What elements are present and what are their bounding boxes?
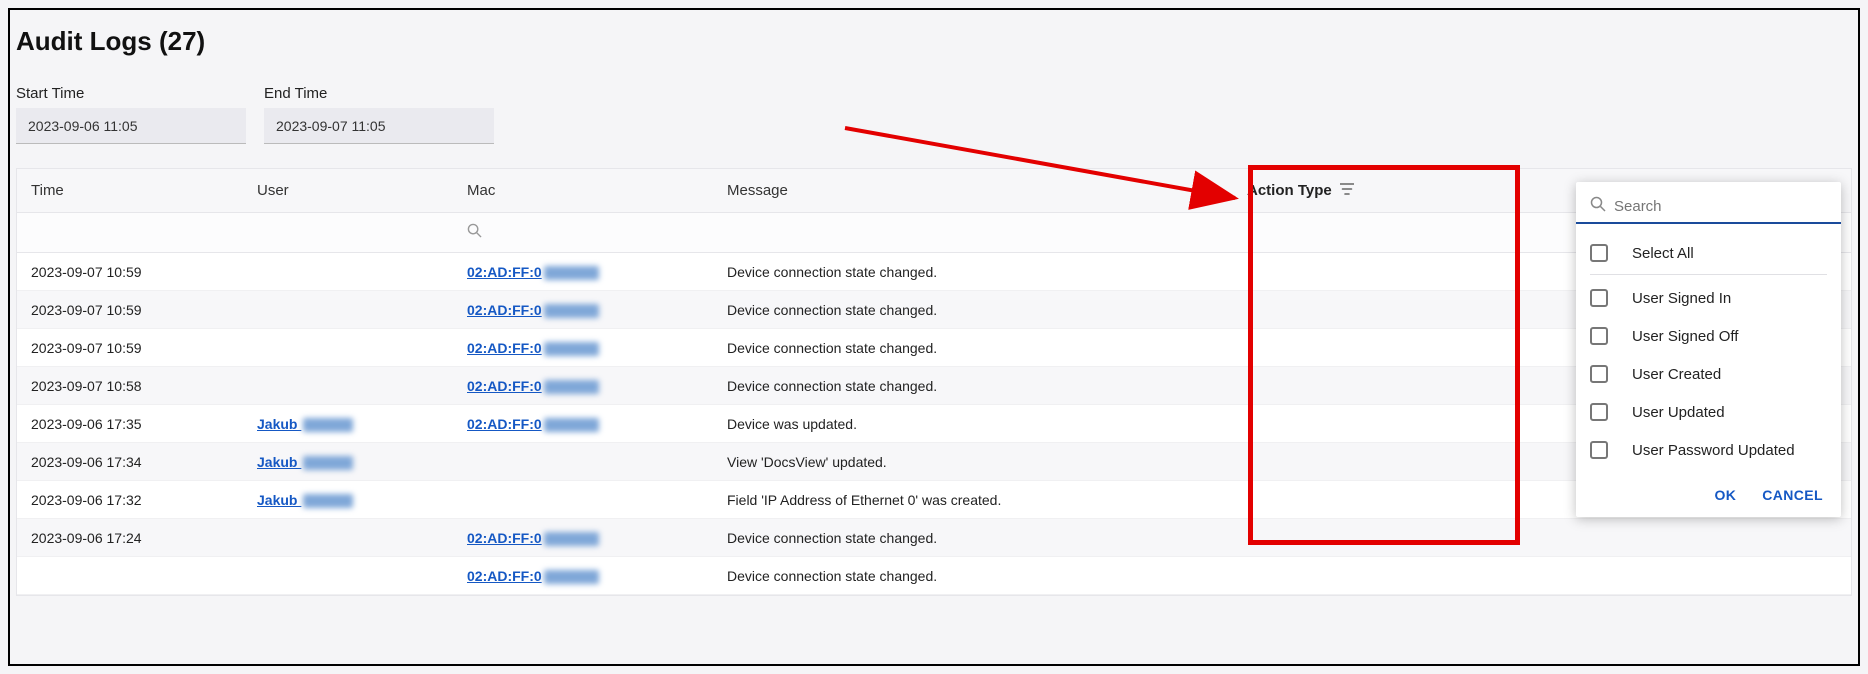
filter-option-row[interactable]: User Signed In xyxy=(1590,279,1827,317)
search-icon xyxy=(1590,196,1606,216)
redacted-text xyxy=(303,494,353,508)
mac-link[interactable]: 02:AD:FF:0 xyxy=(467,530,599,546)
redacted-text xyxy=(544,418,599,432)
cell-mac: 02:AD:FF:0 xyxy=(467,568,727,584)
redacted-text xyxy=(544,342,599,356)
end-time-input[interactable] xyxy=(264,108,494,144)
mac-link[interactable]: 02:AD:FF:0 xyxy=(467,416,599,432)
mac-link[interactable]: 02:AD:FF:0 xyxy=(467,340,599,356)
mac-link[interactable]: 02:AD:FF:0 xyxy=(467,568,599,584)
cell-time: 2023-09-06 17:24 xyxy=(17,530,257,546)
start-time-block: Start Time xyxy=(16,85,246,144)
cell-message: Device was updated. xyxy=(727,416,1247,432)
checkbox-icon xyxy=(1590,289,1608,307)
time-filter-bar: Start Time End Time xyxy=(10,65,1858,154)
end-time-block: End Time xyxy=(264,85,494,144)
audit-table: Time User Mac Message Action Type xyxy=(16,168,1852,596)
filter-option-label: User Password Updated xyxy=(1632,442,1795,459)
cell-time: 2023-09-07 10:59 xyxy=(17,302,257,318)
mac-link[interactable]: 02:AD:FF:0 xyxy=(467,378,599,394)
checkbox-icon xyxy=(1590,403,1608,421)
checkbox-icon xyxy=(1590,244,1608,262)
redacted-text xyxy=(544,304,599,318)
cell-time: 2023-09-06 17:32 xyxy=(17,492,257,508)
search-icon[interactable] xyxy=(467,225,482,242)
cell-mac: 02:AD:FF:0 xyxy=(467,378,727,394)
col-header-message[interactable]: Message xyxy=(727,182,1247,199)
cell-time: 2023-09-07 10:58 xyxy=(17,378,257,394)
cell-user: Jakub xyxy=(257,416,467,432)
cell-time: 2023-09-06 17:35 xyxy=(17,416,257,432)
filter-search-bar xyxy=(1576,182,1841,224)
filter-option-row[interactable]: User Password Updated xyxy=(1590,431,1827,469)
filter-icon xyxy=(1340,182,1354,199)
checkbox-icon xyxy=(1590,365,1608,383)
cell-message: Field 'IP Address of Ethernet 0' was cre… xyxy=(727,492,1247,508)
divider xyxy=(1590,274,1827,275)
audit-logs-panel: Audit Logs (27) Start Time End Time Time… xyxy=(8,8,1860,666)
user-link[interactable]: Jakub xyxy=(257,454,353,470)
ok-button[interactable]: OK xyxy=(1714,487,1736,503)
col-header-user[interactable]: User xyxy=(257,182,467,199)
cell-time: 2023-09-07 10:59 xyxy=(17,264,257,280)
select-all-row[interactable]: Select All xyxy=(1590,234,1827,272)
mac-link[interactable]: 02:AD:FF:0 xyxy=(467,302,599,318)
cell-mac: 02:AD:FF:0 xyxy=(467,302,727,318)
start-time-label: Start Time xyxy=(16,85,246,102)
col-header-time[interactable]: Time xyxy=(17,182,257,199)
filter-option-row[interactable]: User Signed Off xyxy=(1590,317,1827,355)
end-time-label: End Time xyxy=(264,85,494,102)
cell-time: 2023-09-07 10:59 xyxy=(17,340,257,356)
filter-option-label: User Signed In xyxy=(1632,290,1731,307)
filter-option-label: User Created xyxy=(1632,366,1721,383)
cell-message: Device connection state changed. xyxy=(727,568,1247,584)
cell-message: View 'DocsView' updated. xyxy=(727,454,1247,470)
cell-message: Device connection state changed. xyxy=(727,264,1247,280)
filter-option-label: User Signed Off xyxy=(1632,328,1738,345)
cell-mac: 02:AD:FF:0 xyxy=(467,416,727,432)
table-row[interactable]: 02:AD:FF:0 Device connection state change… xyxy=(17,557,1851,595)
action-type-label: Action Type xyxy=(1247,182,1332,199)
col-header-action-type[interactable]: Action Type Selec xyxy=(1247,182,1851,199)
filter-search-input[interactable] xyxy=(1614,198,1827,215)
redacted-text xyxy=(303,456,353,470)
filter-option-row[interactable]: User Updated xyxy=(1590,393,1827,431)
cell-message: Device connection state changed. xyxy=(727,530,1247,546)
table-header-row: Time User Mac Message Action Type xyxy=(17,169,1851,213)
table-row[interactable]: 2023-09-06 17:24 02:AD:FF:0 Device connect… xyxy=(17,519,1851,557)
select-all-label: Select All xyxy=(1632,245,1694,262)
cancel-button[interactable]: CANCEL xyxy=(1762,487,1823,503)
page-title: Audit Logs (27) xyxy=(10,10,1858,65)
filter-option-row[interactable]: User Created xyxy=(1590,355,1827,393)
checkbox-icon xyxy=(1590,441,1608,459)
checkbox-icon xyxy=(1590,327,1608,345)
redacted-text xyxy=(544,532,599,546)
cell-message: Device connection state changed. xyxy=(727,340,1247,356)
redacted-text xyxy=(544,380,599,394)
cell-mac: 02:AD:FF:0 xyxy=(467,264,727,280)
redacted-text xyxy=(544,266,599,280)
user-link[interactable]: Jakub xyxy=(257,416,353,432)
cell-message: Device connection state changed. xyxy=(727,302,1247,318)
cell-mac: 02:AD:FF:0 xyxy=(467,340,727,356)
filter-option-label: User Updated xyxy=(1632,404,1725,421)
col-header-mac[interactable]: Mac xyxy=(467,182,727,199)
action-type-filter-popup: Select All User Signed In User Signed Off… xyxy=(1576,182,1841,517)
redacted-text xyxy=(544,570,599,584)
cell-user: Jakub xyxy=(257,454,467,470)
cell-time: 2023-09-06 17:34 xyxy=(17,454,257,470)
start-time-input[interactable] xyxy=(16,108,246,144)
user-link[interactable]: Jakub xyxy=(257,492,353,508)
cell-mac: 02:AD:FF:0 xyxy=(467,530,727,546)
mac-link[interactable]: 02:AD:FF:0 xyxy=(467,264,599,280)
cell-message: Device connection state changed. xyxy=(727,378,1247,394)
redacted-text xyxy=(303,418,353,432)
cell-user: Jakub xyxy=(257,492,467,508)
